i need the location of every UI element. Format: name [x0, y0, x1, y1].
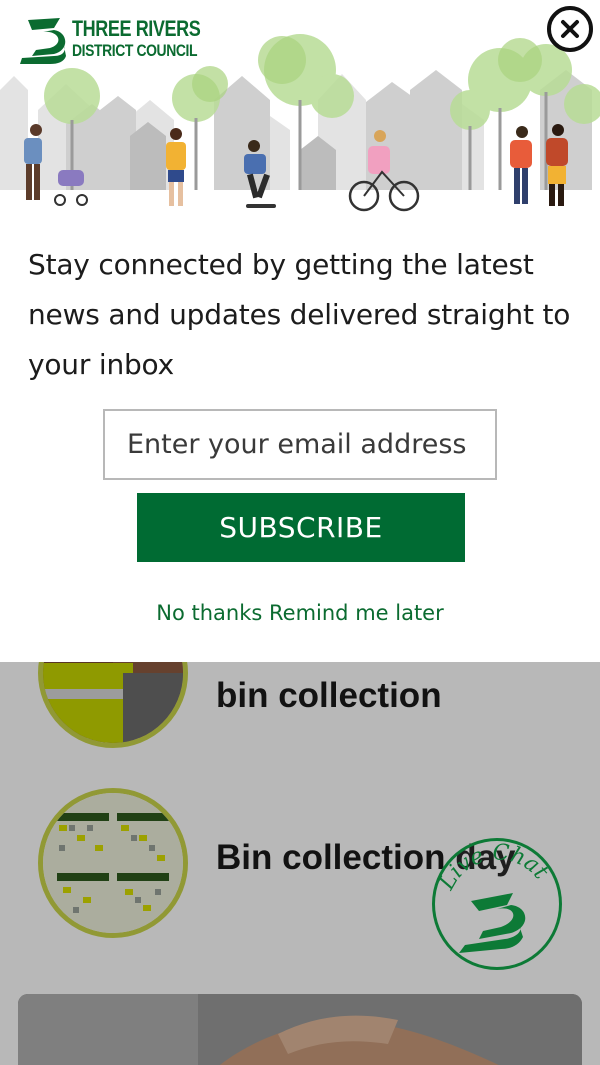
no-thanks-link[interactable]: No thanks	[156, 601, 262, 625]
close-icon	[561, 20, 579, 38]
logo-line1: THREE RIVERS	[72, 16, 201, 41]
dismiss-links: No thanks Remind me later	[0, 601, 600, 625]
subscribe-modal: THREE RIVERS DISTRICT COUNCIL Stay conne…	[0, 0, 600, 662]
subscribe-message: Stay connected by getting the latest new…	[28, 248, 571, 381]
subscribe-button[interactable]: SUBSCRIBE	[137, 493, 465, 562]
close-button[interactable]	[547, 6, 593, 52]
logo-line2: DISTRICT COUNCIL	[72, 41, 198, 60]
three-rivers-logo-icon	[459, 893, 526, 953]
live-chat-label: Live Chat	[434, 840, 553, 895]
council-logo[interactable]: THREE RIVERS DISTRICT COUNCIL	[20, 14, 210, 66]
remind-later-link[interactable]: Remind me later	[269, 601, 444, 625]
email-input[interactable]	[103, 409, 497, 480]
svg-text:Live Chat: Live Chat	[435, 841, 553, 895]
live-chat-button[interactable]: Live Chat	[432, 838, 562, 970]
three-rivers-logo-icon	[20, 18, 66, 64]
